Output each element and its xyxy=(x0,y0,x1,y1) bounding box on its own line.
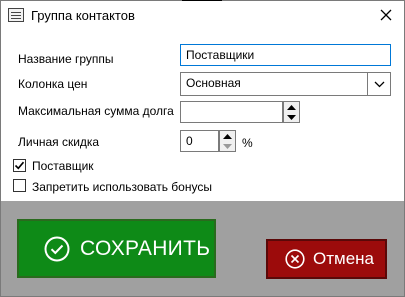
group-name-input[interactable]: Поставщики xyxy=(180,44,391,66)
arrow-down-icon xyxy=(287,114,296,120)
max-debt-input[interactable] xyxy=(180,101,283,123)
price-column-select[interactable]: Основная xyxy=(180,72,391,96)
checkmark-icon xyxy=(14,161,25,170)
max-debt-stepper[interactable] xyxy=(283,101,300,123)
no-bonuses-label[interactable]: Запретить использовать бонусы xyxy=(32,180,212,194)
arrow-up-icon xyxy=(223,133,232,139)
discount-input[interactable]: 0 xyxy=(180,130,219,152)
app-window-icon xyxy=(8,8,24,22)
discount-stepper[interactable] xyxy=(219,130,236,152)
decrement-button[interactable] xyxy=(284,112,299,122)
discount-label: Личная скидка xyxy=(18,135,100,149)
max-debt-label: Максимальная сумма долга xyxy=(18,104,174,118)
group-name-value: Поставщики xyxy=(186,48,255,62)
discount-value: 0 xyxy=(186,134,193,148)
dropdown-toggle[interactable] xyxy=(367,73,390,95)
close-icon xyxy=(380,9,392,21)
cancel-circle-icon xyxy=(285,249,305,269)
decrement-button[interactable] xyxy=(220,141,235,151)
arrow-down-icon xyxy=(223,143,232,149)
increment-button[interactable] xyxy=(284,102,299,112)
chevron-down-icon xyxy=(374,81,384,87)
group-name-label: Название группы xyxy=(18,52,114,66)
price-column-value: Основная xyxy=(186,76,241,90)
check-circle-icon xyxy=(44,236,70,261)
arrow-up-icon xyxy=(287,104,296,110)
window-title: Группа контактов xyxy=(31,8,135,23)
save-button-label: СОХРАНИТЬ xyxy=(80,236,211,260)
save-button[interactable]: СОХРАНИТЬ xyxy=(17,219,216,278)
close-button[interactable] xyxy=(368,1,404,29)
no-bonuses-checkbox[interactable] xyxy=(13,179,26,192)
supplier-checkbox[interactable] xyxy=(13,159,26,172)
increment-button[interactable] xyxy=(220,131,235,141)
supplier-label[interactable]: Поставщик xyxy=(32,159,94,173)
discount-unit: % xyxy=(242,136,253,150)
cancel-button[interactable]: Отмена xyxy=(266,239,387,279)
cancel-button-label: Отмена xyxy=(313,249,374,268)
price-column-label: Колонка цен xyxy=(18,77,88,91)
